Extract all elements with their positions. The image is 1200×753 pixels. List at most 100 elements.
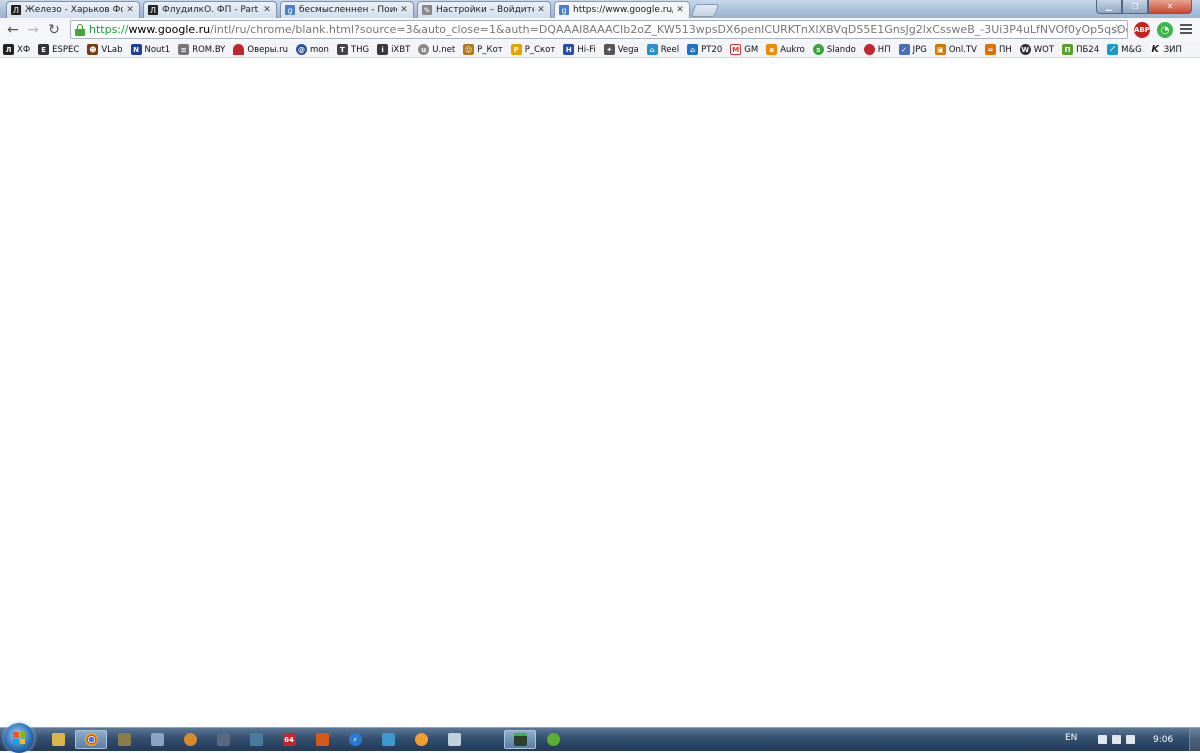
bookmark-label: iXBT [391, 44, 411, 55]
bookmark-item[interactable]: ≡ ROM.BY [178, 44, 225, 55]
bookmark-item[interactable]: W WOT [1019, 44, 1054, 55]
tab-title: Настройки – Войдите в ... [436, 5, 534, 15]
bookmark-item[interactable]: ✦ Vega [603, 44, 639, 55]
bookmark-item[interactable]: ☻ VLab [87, 44, 123, 55]
back-button[interactable]: ← [4, 22, 22, 38]
bookmark-item[interactable]: N Nout1 [130, 44, 170, 55]
taskbar-app[interactable] [108, 730, 140, 749]
bookmark-item[interactable]: ☺ Р_Кот [463, 44, 503, 55]
close-icon[interactable]: ✕ [262, 5, 272, 15]
bookmark-item[interactable]: @ mon [296, 44, 329, 55]
google-icon: g [559, 5, 569, 15]
address-bar[interactable]: https://www.google.ru/intl/ru/chrome/bla… [70, 20, 1128, 39]
bookmark-item[interactable]: Л ХФ [3, 44, 30, 55]
reload-icon: ↻ [48, 22, 60, 38]
bookmark-item[interactable]: K ЗИП [1149, 44, 1182, 55]
bookmark-item[interactable]: u U.net [418, 44, 455, 55]
google-icon: g [285, 5, 295, 15]
app-icon: ⚡ [348, 733, 362, 746]
bookmark-item[interactable]: E ESPEC [38, 44, 79, 55]
url-host: www.google.ru [128, 23, 211, 36]
bookmark-item[interactable]: П ПБ24 [1062, 44, 1099, 55]
clock[interactable]: 9:06 [1153, 735, 1173, 745]
app-icon [117, 733, 131, 746]
taskbar-app[interactable] [207, 730, 239, 749]
bookmark-item[interactable]: ✓ JPG [898, 44, 927, 55]
kharkov-forum-icon: Л [11, 5, 21, 15]
bookmark-item[interactable]: ⌂ Reel [646, 44, 679, 55]
taskbar-explorer[interactable] [42, 730, 74, 749]
tab-search[interactable]: g бесмысленнен - Поиск в ... ✕ [280, 1, 414, 18]
show-desktop-button[interactable] [1189, 728, 1200, 751]
app-icon [546, 733, 560, 746]
maximize-button[interactable]: ❐ [1122, 0, 1148, 14]
app-icon [513, 733, 527, 746]
zip-icon: K [1149, 44, 1161, 55]
app-icon [414, 733, 428, 746]
taskbar-app[interactable]: ⚡ [339, 730, 371, 749]
bookmark-item[interactable]: НП [863, 44, 891, 55]
taskbar-app[interactable] [174, 730, 206, 749]
app-icon [249, 733, 263, 746]
taskbar-app[interactable] [372, 730, 404, 749]
bookmark-item[interactable]: ⌂ PT20 [687, 44, 722, 55]
adblock-icon[interactable]: ABP [1134, 22, 1150, 38]
adblock-label: ABP [1134, 26, 1150, 34]
bookmark-item[interactable]: T THG [336, 44, 370, 55]
bookmarks-bar: Л ХФ E ESPEC ☻ VLab N Nout1 ≡ ROM.BY Оверы.ru… [0, 42, 1200, 58]
bookmark-label: THG [350, 44, 370, 55]
bookmark-item[interactable]: = ПН [984, 44, 1012, 55]
bookmark-label: ESPEC [52, 44, 80, 55]
reload-button[interactable]: ↻ [45, 22, 63, 38]
bookmark-item[interactable]: s Slando [812, 44, 856, 55]
taskbar-app[interactable] [438, 730, 470, 749]
tab-title: https://www.google.ru/in... [573, 5, 673, 15]
taskbar-app[interactable] [537, 730, 569, 749]
tab-settings[interactable]: ✎ Настройки – Войдите в ... ✕ [417, 1, 551, 18]
taskbar-chrome[interactable] [75, 730, 107, 749]
bookmark-item[interactable]: i iXBT [377, 44, 410, 55]
volume-icon[interactable] [1126, 735, 1135, 744]
close-icon[interactable]: ✕ [675, 5, 685, 15]
taskbar-app[interactable]: 64 [273, 730, 305, 749]
menu-icon[interactable] [1180, 24, 1192, 36]
taskbar-app[interactable] [240, 730, 272, 749]
bookmark-item[interactable]: M GM [730, 44, 758, 55]
close-icon[interactable]: ✕ [399, 5, 409, 15]
tab-fludilko[interactable]: Л ФлудилкО. ФП - Part 7 - ... ✕ [143, 1, 277, 18]
close-icon[interactable]: ✕ [536, 5, 546, 15]
bookmark-item[interactable]: ⟋ M&G [1107, 44, 1142, 55]
app-icon: 64 [282, 733, 296, 746]
close-icon[interactable]: ✕ [125, 5, 135, 15]
start-button[interactable] [4, 723, 34, 753]
bookmark-label: ROM.BY [192, 44, 226, 55]
bookmark-item[interactable]: ▣ Onl.TV [934, 44, 977, 55]
app-icon [183, 733, 197, 746]
network-icon[interactable] [1112, 735, 1121, 744]
language-indicator[interactable]: EN [1065, 733, 1077, 743]
minimize-button[interactable]: ▁ [1096, 0, 1122, 14]
flag-icon[interactable] [1098, 735, 1107, 744]
bookmark-item[interactable]: H Hi-Fi [563, 44, 596, 55]
bookmark-item[interactable]: a Aukro [766, 44, 805, 55]
bookmark-label: PT20 [701, 44, 723, 55]
aukro-icon: a [766, 44, 778, 55]
star-icon[interactable]: ☆ [1110, 22, 1123, 38]
taskbar-app[interactable] [141, 730, 173, 749]
bookmark-item[interactable]: Оверы.ru [233, 44, 288, 55]
bookmark-label: ЗИП [1163, 44, 1182, 55]
unet-icon: u [418, 44, 430, 55]
taskbar-app[interactable] [306, 730, 338, 749]
taskbar-app[interactable] [405, 730, 437, 749]
close-window-button[interactable]: ✕ [1148, 0, 1192, 14]
windows-logo-icon [13, 732, 25, 744]
bookmark-label: M&G [1121, 44, 1142, 55]
bookmark-item[interactable]: P Р_Скот [510, 44, 555, 55]
mg-icon: ⟋ [1107, 44, 1119, 55]
new-tab-button[interactable] [690, 4, 720, 17]
tab-google-active[interactable]: g https://www.google.ru/in... ✕ [554, 1, 690, 18]
taskbar-app[interactable] [504, 730, 536, 749]
tab-zhelezo[interactable]: Л Железо - Харьков Форум ✕ [6, 1, 140, 18]
extension-green-icon[interactable]: ◔ [1157, 22, 1173, 38]
forward-button[interactable]: → [24, 22, 42, 38]
